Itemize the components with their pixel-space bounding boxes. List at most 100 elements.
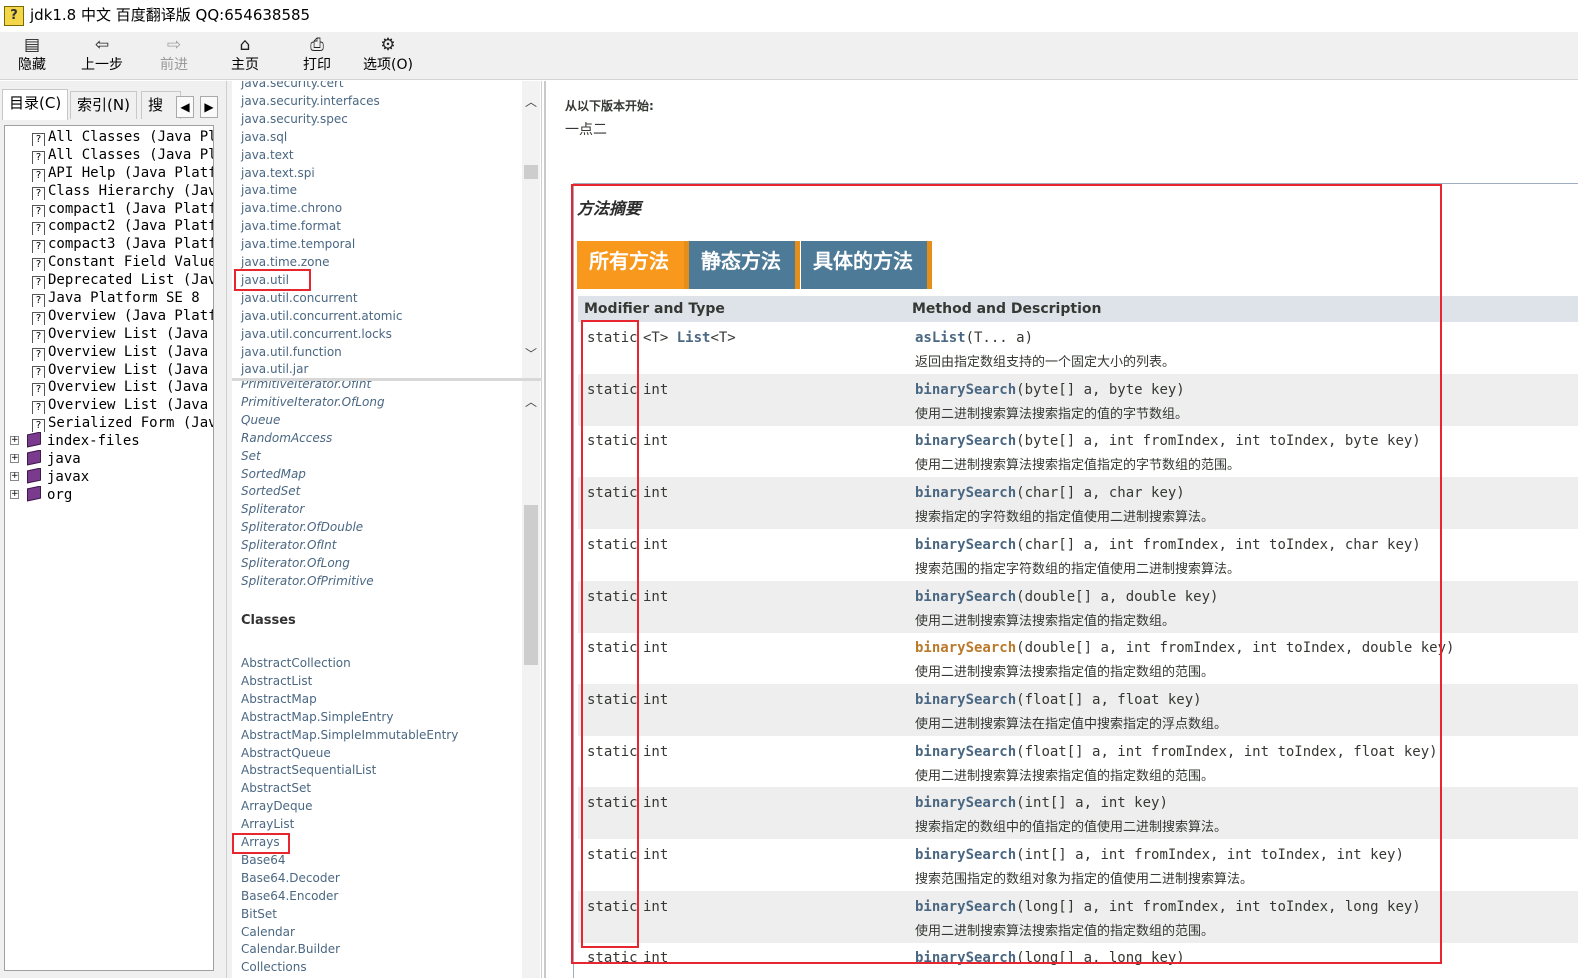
options-button[interactable]: ⚙ 选项(O) [356, 34, 420, 78]
class-link[interactable]: AbstractMap.SimpleEntry [241, 710, 393, 724]
scrollbar-thumb[interactable] [524, 505, 538, 665]
interface-link[interactable]: Spliterator.OfLong [241, 556, 350, 570]
package-link[interactable]: java.text.spi [241, 166, 315, 180]
class-link[interactable]: Base64.Encoder [241, 889, 338, 903]
tree-item[interactable]: ? compact2 (Java Platfo [5, 217, 213, 236]
tab-scroll-right-button[interactable]: ▶ [200, 96, 218, 118]
interface-link[interactable]: SortedSet [241, 484, 300, 498]
tree-item[interactable]: ? Overview List (Java P [5, 343, 213, 361]
interface-link[interactable]: Spliterator.OfDouble [241, 520, 363, 534]
package-link[interactable]: java.util.jar [241, 362, 308, 376]
package-link[interactable]: java.text [241, 148, 294, 162]
home-button[interactable]: ⌂ 主页 [213, 34, 277, 78]
chevron-up-icon[interactable]: ︿ [522, 393, 540, 411]
tree-item[interactable]: ? All Classes (Java Pla [5, 128, 213, 146]
class-link[interactable]: Calendar.Builder [241, 942, 340, 956]
interface-link[interactable]: Set [241, 449, 261, 463]
book-icon [27, 485, 41, 502]
class-link[interactable]: Base64.Decoder [241, 871, 340, 885]
chevron-up-icon[interactable]: ︿ [522, 93, 540, 111]
tab-index[interactable]: 索引(N) [70, 91, 137, 119]
help-page-icon: ? [32, 347, 45, 361]
interface-link[interactable]: Queue [241, 413, 280, 427]
interface-link[interactable]: Spliterator.OfInt [241, 538, 337, 552]
tree-item-label: API Help (Java Platfo [48, 164, 213, 181]
class-link[interactable]: ArrayDeque [241, 799, 313, 813]
package-link[interactable]: java.util.function [241, 345, 342, 359]
package-link[interactable]: java.security.spec [241, 112, 348, 126]
tree-item[interactable]: ? Serialized Form (Java [5, 414, 213, 433]
package-list-frame: java.security.cert java.security.interfac… [232, 81, 542, 379]
class-link[interactable]: AbstractCollection [241, 656, 351, 670]
tree-item[interactable]: ? All Classes (Java Pla [5, 146, 213, 164]
arrow-right-icon: ⇨ [166, 35, 182, 55]
tree-folder[interactable]: + index-files [5, 432, 213, 450]
since-label: 从以下版本开始: [565, 99, 654, 113]
package-scrollbar[interactable]: ︿ ﹀ [522, 81, 540, 379]
forward-button[interactable]: ⇨ 前进 [142, 34, 206, 78]
class-link[interactable]: AbstractList [241, 674, 312, 688]
package-link[interactable]: java.time.format [241, 219, 341, 233]
interface-link[interactable]: RandomAccess [241, 431, 332, 445]
interface-link[interactable]: Spliterator.OfPrimitive [241, 574, 374, 588]
class-link[interactable]: AbstractMap [241, 692, 317, 706]
back-button[interactable]: ⇦ 上一步 [70, 34, 134, 78]
tree-item[interactable]: ? Class Hierarchy (Java [5, 182, 213, 200]
tab-contents[interactable]: 目录(C) [2, 89, 69, 120]
tree-item[interactable]: ? Overview (Java Platfo [5, 307, 213, 325]
package-link[interactable]: java.util.concurrent.locks [241, 327, 392, 341]
package-link[interactable]: java.util.concurrent.atomic [241, 309, 402, 323]
tree-item[interactable]: ? compact1 (Java Platfo [5, 200, 213, 218]
tree-item[interactable]: ? Overview List (Java P [5, 396, 213, 415]
tree-folder[interactable]: + org [5, 485, 213, 504]
expand-plus-icon[interactable]: + [10, 471, 19, 481]
help-page-icon: ? [32, 276, 45, 290]
class-list-frame: PrimitiveIterator.OfInt PrimitiveIterator… [232, 381, 542, 978]
interface-link[interactable]: Spliterator [241, 502, 304, 516]
interface-link[interactable]: PrimitiveIterator.OfLong [241, 395, 385, 409]
tab-search[interactable]: 搜索 [141, 91, 181, 119]
tree-item[interactable]: ? Deprecated List (Java [5, 271, 213, 290]
hide-button[interactable]: ▤ 隐藏 [0, 34, 64, 78]
annotation-box-method-summary [571, 184, 1442, 964]
class-link[interactable]: Calendar [241, 925, 295, 939]
class-scrollbar[interactable]: ︿ [522, 381, 540, 978]
scrollbar-thumb[interactable] [524, 165, 538, 179]
book-icon [27, 467, 41, 484]
tree-item[interactable]: ? Overview List (Java P [5, 325, 213, 343]
print-button[interactable]: ⎙ 打印 [285, 34, 349, 78]
tree-item[interactable]: ? Overview List (Java P [5, 378, 213, 397]
tab-scroll-left-button[interactable]: ◀ [176, 96, 194, 118]
class-link[interactable]: AbstractQueue [241, 746, 331, 760]
tree-item[interactable]: ? Overview List (Java P [5, 361, 213, 379]
package-link[interactable]: java.time [241, 183, 297, 197]
class-link[interactable]: AbstractSequentialList [241, 763, 376, 777]
chevron-down-icon[interactable]: ﹀ [522, 345, 540, 363]
tree-item[interactable]: ? Java Platform SE 8 [5, 289, 213, 307]
class-link[interactable]: ArrayList [241, 817, 294, 831]
tree-folder[interactable]: + java [5, 450, 213, 468]
package-link[interactable]: java.util.concurrent [241, 291, 358, 305]
classes-heading: Classes [241, 613, 296, 628]
package-link[interactable]: java.time.zone [241, 255, 330, 269]
package-link[interactable]: java.sql [241, 130, 287, 144]
interface-link[interactable]: PrimitiveIterator.OfInt [241, 381, 371, 391]
class-link[interactable]: BitSet [241, 907, 277, 921]
class-link[interactable]: AbstractSet [241, 781, 311, 795]
expand-plus-icon[interactable]: + [10, 454, 19, 464]
package-link[interactable]: java.time.chrono [241, 201, 342, 215]
tree-item[interactable]: ? Constant Field Values [5, 253, 213, 272]
tree-item[interactable]: ? compact3 (Java Platfo [5, 235, 213, 254]
tree-folder[interactable]: + javax [5, 467, 213, 486]
tree-item[interactable]: ? API Help (Java Platfo [5, 164, 213, 182]
class-link[interactable]: Base64 [241, 853, 286, 867]
package-link[interactable]: java.security.cert [241, 81, 344, 90]
class-link[interactable]: Collections [241, 960, 307, 974]
expand-plus-icon[interactable]: + [10, 436, 19, 446]
expand-plus-icon[interactable]: + [10, 489, 19, 499]
package-link[interactable]: java.time.temporal [241, 237, 355, 251]
help-page-icon: ? [32, 150, 45, 164]
class-link[interactable]: AbstractMap.SimpleImmutableEntry [241, 728, 458, 742]
interface-link[interactable]: SortedMap [241, 467, 306, 481]
package-link[interactable]: java.security.interfaces [241, 94, 380, 108]
